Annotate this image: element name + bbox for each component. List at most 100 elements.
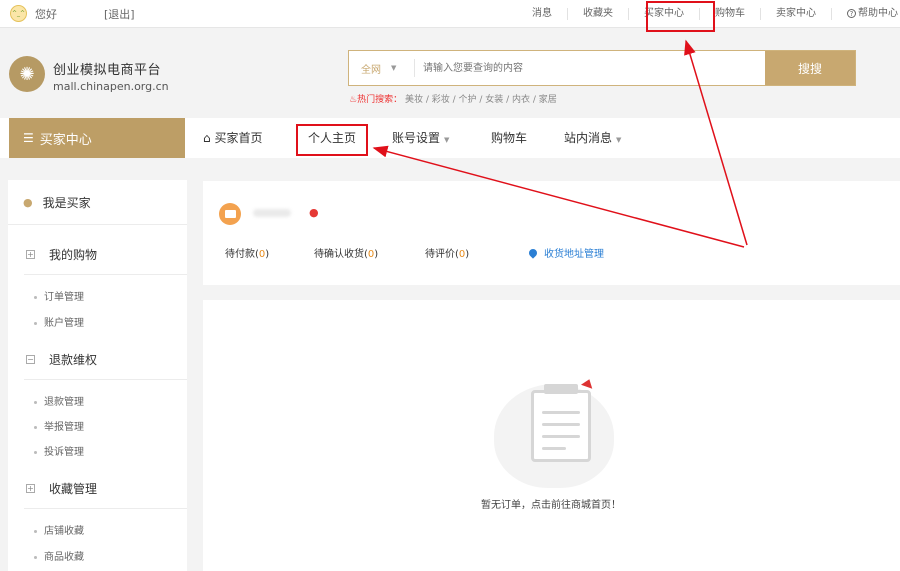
top-nav-favorites[interactable]: 收藏夹 [567,8,628,20]
bullet-icon [34,555,37,559]
nav-buyer-home[interactable]: ⌂ 买家首页 [203,118,262,158]
hot-search: ♨热门搜索： 美妆 / 彩妆 / 个护 / 女装 / 内衣 / 家居 [349,92,557,105]
menu-icon: ☰ [23,131,34,145]
sidebar-link-label: 订单管理 [44,292,84,303]
sidebar-link-label: 投诉管理 [44,447,84,458]
bullet-icon [34,529,37,533]
top-nav-help-label: 帮助中心 [858,8,898,19]
sidebar-link-label: 商品收藏 [44,552,84,563]
hot-search-label: 热门搜索： [357,95,403,105]
stat-label: 待评价 [425,249,455,260]
user-avatar-icon[interactable]: ^_^ [10,5,27,22]
divider [24,274,187,275]
main-nav: ☰ 买家中心 ⌂ 买家首页 个人主页 账号设置 ▼ 购物车 站内消息 ▼ [0,118,900,158]
sidebar-section-label: 收藏管理 [49,482,98,496]
sidebar-link-label: 退款管理 [44,397,84,408]
address-manage-label: 收货地址管理 [544,249,604,260]
sidebar-section-label: 我的购物 [49,248,98,262]
sidebar-title-label: 我是买家 [42,196,91,210]
sidebar-section-label: 退款维权 [49,353,98,367]
user-settings-icon[interactable]: ● [309,206,319,219]
top-nav-messages[interactable]: 消息 [517,8,567,20]
expand-icon: − [26,355,35,364]
nav-site-messages[interactable]: 站内消息 ▼ [564,118,621,158]
orders-card: 暂无订单，点击前往商城首页！ [203,300,900,571]
brand-block[interactable]: 创业模拟电商平台 mall.chinapen.org.cn [53,59,169,93]
help-icon: ? [847,9,856,18]
fire-icon: ♨ [349,95,358,105]
person-icon: ● [23,196,33,209]
stat-count: 0 [367,249,375,260]
sidebar-link-report-manage[interactable]: 举报管理 [34,418,84,433]
sidebar-link-label: 账户管理 [44,318,84,329]
clipboard-clip-icon [544,384,578,394]
stat-pending-review[interactable]: 待评价(0) [425,245,469,260]
sidebar-title: ● 我是买家 [23,194,91,211]
brand-url: mall.chinapen.org.cn [53,80,169,93]
nav-account-settings[interactable]: 账号设置 ▼ [392,118,449,158]
chevron-down-icon: ▼ [444,136,450,144]
sidebar-link-account[interactable]: 账户管理 [34,314,84,329]
wallet-icon [219,203,241,225]
sidebar-section-refunds[interactable]: − 退款维权 [26,351,97,368]
user-greeting-area: ^_^ 您好 [退出] [10,5,135,22]
brand-name: 创业模拟电商平台 [53,63,162,78]
flag-icon [580,377,596,389]
hot-search-terms[interactable]: 美妆 / 彩妆 / 个护 / 女装 / 内衣 / 家居 [405,95,557,105]
bullet-icon [34,450,37,454]
logout-link[interactable]: [退出] [104,6,135,22]
expand-icon: + [26,250,35,259]
top-nav-seller-center[interactable]: 卖家中心 [760,8,831,20]
sidebar-link-shop-favorites[interactable]: 店铺收藏 [34,522,84,537]
user-name-blurred [253,209,291,217]
nav-site-messages-label: 站内消息 [564,131,613,145]
sidebar-link-label: 店铺收藏 [44,526,84,537]
buyer-center-tab[interactable]: ☰ 买家中心 [9,118,185,158]
sidebar: ● 我是买家 + 我的购物 订单管理 账户管理 − 退款维权 退款管理 举报管理 投… [8,180,187,571]
nav-buyer-home-label: 买家首页 [214,131,263,145]
highlight-box-buyer-center [646,1,715,32]
search-bar: 全网 ▼ 搜搜 [348,50,856,86]
search-button[interactable]: 搜搜 [765,51,855,85]
highlight-box-personal-page [296,124,368,156]
stat-count: 0 [458,249,466,260]
address-manage-link[interactable]: 收货地址管理 [527,245,604,260]
stat-pending-receipt[interactable]: 待确认收货(0) [314,245,378,260]
greeting-text: 您好 [35,7,57,21]
stat-label: 待付款 [225,249,255,260]
expand-icon: + [26,484,35,493]
sidebar-link-orders[interactable]: 订单管理 [34,288,84,303]
divider [24,508,187,509]
location-pin-icon [527,247,539,259]
buyer-center-label: 买家中心 [39,132,92,148]
bullet-icon [34,425,37,429]
empty-orders-link[interactable]: 暂无订单，点击前往商城首页！ [481,496,621,511]
bullet-icon [34,400,37,404]
home-icon: ⌂ [203,131,211,145]
bullet-icon [34,321,37,325]
chevron-down-icon: ▼ [391,64,397,72]
sidebar-section-favorites[interactable]: + 收藏管理 [26,480,97,497]
stat-label: 待确认收货 [314,249,364,260]
top-bar: ^_^ 您好 [退出] 消息 收藏夹 买家中心 购物车 卖家中心 ? 帮助中心 [0,0,900,28]
sidebar-link-complaint-manage[interactable]: 投诉管理 [34,443,84,458]
sidebar-link-item-favorites[interactable]: 商品收藏 [34,548,84,563]
search-scope-select[interactable]: 全网 ▼ [349,59,415,77]
search-input[interactable] [415,51,765,85]
clipboard-icon [531,390,591,462]
sidebar-link-refund-manage[interactable]: 退款管理 [34,393,84,408]
nav-cart[interactable]: 购物车 [491,118,527,158]
search-scope-value: 全网 [361,64,381,76]
sidebar-link-label: 举报管理 [44,422,84,433]
buyer-summary-card: ● 待付款(0) 待确认收货(0) 待评价(0) 收货地址管理 [203,181,900,285]
bullet-icon [34,295,37,299]
top-nav-help[interactable]: ? 帮助中心 [831,8,900,20]
sidebar-section-shopping[interactable]: + 我的购物 [26,246,97,263]
stat-pending-payment[interactable]: 待付款(0) [225,245,269,260]
stat-count: 0 [258,249,266,260]
divider [24,379,187,380]
chevron-down-icon: ▼ [616,136,622,144]
site-logo-icon[interactable]: ✺ [9,56,45,92]
divider [8,224,187,225]
nav-account-settings-label: 账号设置 [392,131,441,145]
